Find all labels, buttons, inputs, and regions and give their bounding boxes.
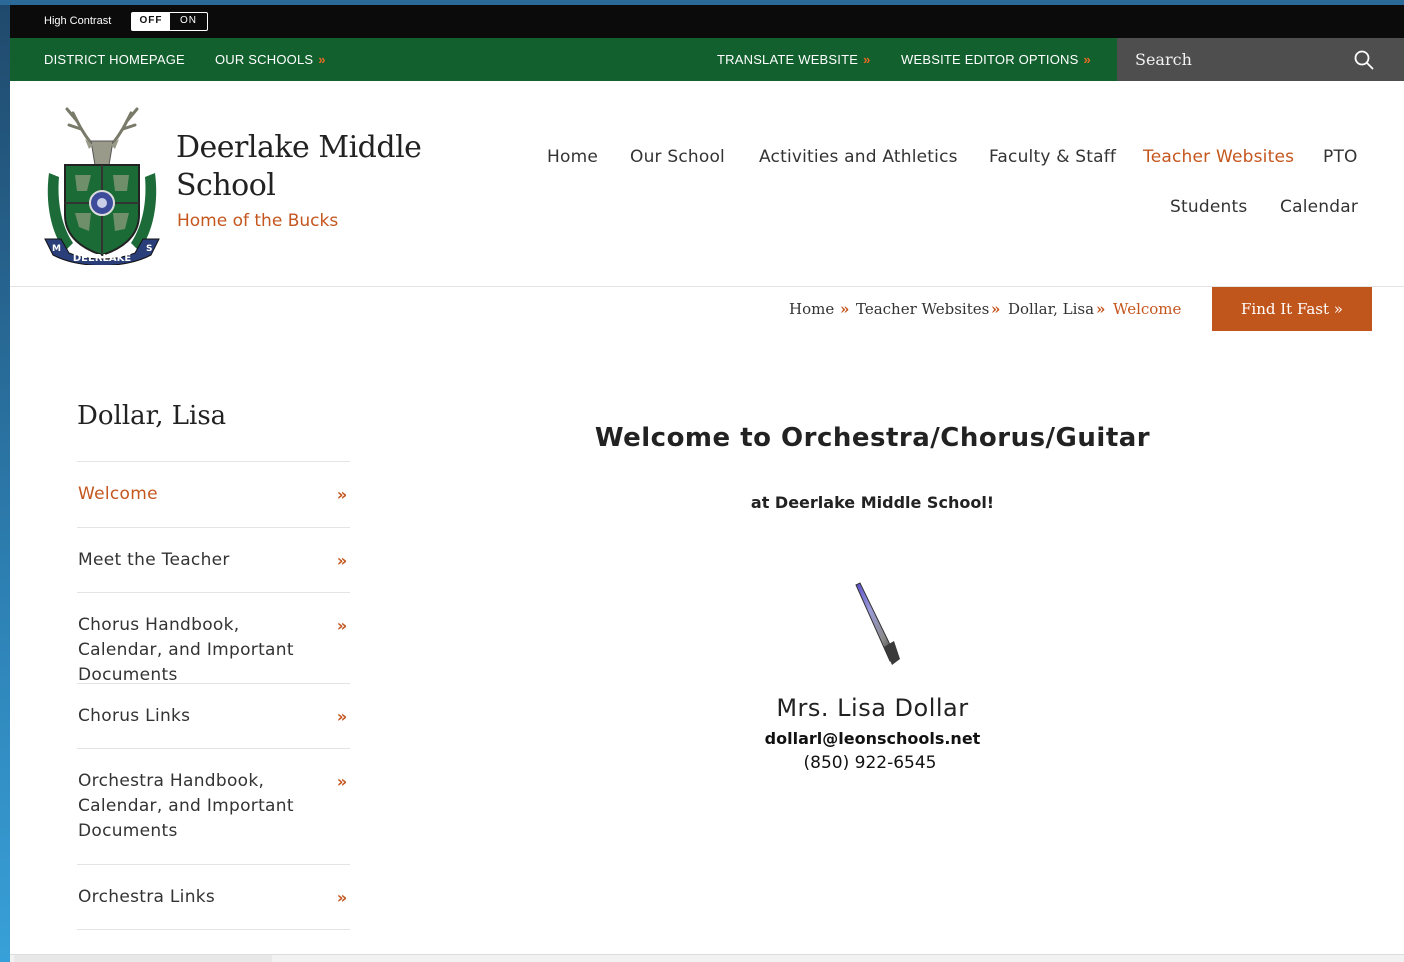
site-header: M S DEERLAKE Deerlake Middle School Home…: [10, 81, 1404, 287]
conductor-baton-image: [855, 582, 900, 665]
sidebar-item-label: Welcome: [78, 484, 158, 504]
search-input[interactable]: [1135, 46, 1335, 72]
translate-website-link[interactable]: TRANSLATE WEBSITE »: [717, 38, 871, 81]
accessibility-bar: High Contrast OFF ON: [10, 5, 1404, 38]
sidebar-nav: Welcome » Meet the Teacher » Chorus Hand…: [77, 461, 350, 930]
nav-faculty-staff[interactable]: Faculty & Staff: [989, 147, 1116, 167]
logo-banner-text: DEERLAKE: [73, 253, 132, 264]
editor-options-arrow-icon: »: [1083, 52, 1091, 67]
content-title: Welcome to Orchestra/Chorus/Guitar: [594, 423, 1151, 453]
breadcrumb-teacher[interactable]: Dollar, Lisa: [1008, 300, 1094, 318]
our-schools-arrow-icon: »: [318, 52, 326, 67]
breadcrumb-separator-icon: »: [991, 300, 1001, 318]
logo-letter-right: S: [146, 244, 152, 254]
window-edge-left: [0, 0, 10, 962]
breadcrumb-separator-icon: »: [1096, 300, 1106, 318]
breadcrumb-separator-icon: »: [840, 300, 850, 318]
sidebar-item-label: Chorus Handbook, Calendar, and Important…: [78, 615, 294, 685]
translate-website-label: TRANSLATE WEBSITE: [717, 52, 859, 67]
sidebar-item-orchestra-handbook[interactable]: Orchestra Handbook, Calendar, and Import…: [77, 749, 350, 865]
find-it-fast-button[interactable]: Find It Fast »: [1212, 287, 1372, 331]
sidebar-item-chorus-handbook[interactable]: Chorus Handbook, Calendar, and Important…: [77, 593, 350, 685]
high-contrast-toggle[interactable]: OFF ON: [131, 12, 208, 31]
nav-calendar[interactable]: Calendar: [1280, 197, 1358, 217]
nav-activities-athletics[interactable]: Activities and Athletics: [759, 147, 958, 167]
breadcrumb-current: Welcome: [1113, 300, 1182, 318]
teacher-name: Mrs. Lisa Dollar: [776, 694, 969, 722]
search-icon[interactable]: [1353, 49, 1375, 71]
utility-nav: DISTRICT HOMEPAGE OUR SCHOOLS » TRANSLATE…: [10, 38, 1404, 81]
sidebar-item-label: Meet the Teacher: [78, 550, 230, 570]
website-editor-options-label: WEBSITE EDITOR OPTIONS: [901, 52, 1079, 67]
high-contrast-on[interactable]: ON: [170, 13, 207, 30]
chevron-right-icon: »: [336, 772, 348, 791]
sidebar-item-orchestra-links[interactable]: Orchestra Links »: [77, 865, 350, 930]
our-schools-link[interactable]: OUR SCHOOLS »: [215, 38, 326, 81]
sidebar-item-welcome[interactable]: Welcome »: [77, 462, 350, 528]
chevron-right-icon: »: [336, 551, 348, 570]
page: High Contrast OFF ON DISTRICT HOMEPAGE O…: [10, 5, 1404, 962]
school-tagline: Home of the Bucks: [177, 211, 339, 231]
footer-tab: [14, 955, 272, 962]
breadcrumb-home[interactable]: Home: [789, 300, 834, 318]
our-schools-label: OUR SCHOOLS: [215, 52, 314, 67]
search-box: [1117, 38, 1404, 81]
teacher-email[interactable]: dollarl@leonschools.net: [510, 729, 1235, 748]
translate-arrow-icon: »: [863, 52, 871, 67]
school-name[interactable]: Deerlake Middle School: [176, 129, 476, 205]
district-homepage-link[interactable]: DISTRICT HOMEPAGE: [44, 38, 185, 81]
deer-crest-logo[interactable]: M S DEERLAKE: [43, 103, 161, 265]
high-contrast-off[interactable]: OFF: [132, 13, 170, 30]
nav-students[interactable]: Students: [1170, 197, 1247, 217]
nav-teacher-websites[interactable]: Teacher Websites: [1143, 147, 1294, 167]
sidebar-item-label: Chorus Links: [78, 706, 191, 726]
logo-letter-left: M: [52, 244, 61, 254]
nav-our-school[interactable]: Our School: [630, 147, 725, 167]
content-subtitle: at Deerlake Middle School!: [750, 493, 995, 512]
sidebar-item-chorus-links[interactable]: Chorus Links »: [77, 684, 350, 749]
sidebar-item-label: Orchestra Links: [78, 887, 216, 907]
chevron-right-icon: »: [336, 485, 348, 504]
chevron-right-icon: »: [336, 888, 348, 907]
nav-pto[interactable]: PTO: [1323, 147, 1358, 167]
chevron-right-icon: »: [336, 616, 348, 635]
teacher-phone: (850) 922-6545: [803, 753, 937, 773]
sidebar-item-label: Orchestra Handbook, Calendar, and Import…: [78, 771, 294, 841]
sidebar-title: Dollar, Lisa: [77, 401, 227, 431]
sidebar-item-meet-the-teacher[interactable]: Meet the Teacher »: [77, 528, 350, 593]
chevron-right-icon: »: [336, 707, 348, 726]
website-editor-options-link[interactable]: WEBSITE EDITOR OPTIONS »: [901, 38, 1091, 81]
nav-home[interactable]: Home: [547, 147, 598, 167]
breadcrumb-teacher-websites[interactable]: Teacher Websites: [856, 300, 989, 318]
high-contrast-label: High Contrast: [44, 15, 112, 27]
district-homepage-label: DISTRICT HOMEPAGE: [44, 52, 185, 67]
